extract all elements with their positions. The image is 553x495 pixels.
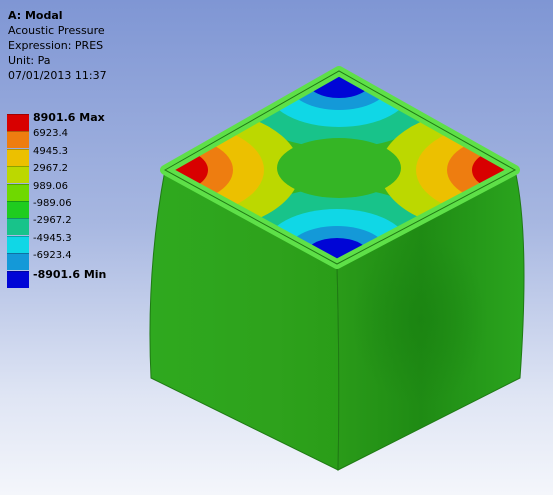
right-face-shading	[352, 235, 488, 405]
model-viewport[interactable]	[0, 0, 553, 495]
contour-center	[277, 138, 401, 198]
